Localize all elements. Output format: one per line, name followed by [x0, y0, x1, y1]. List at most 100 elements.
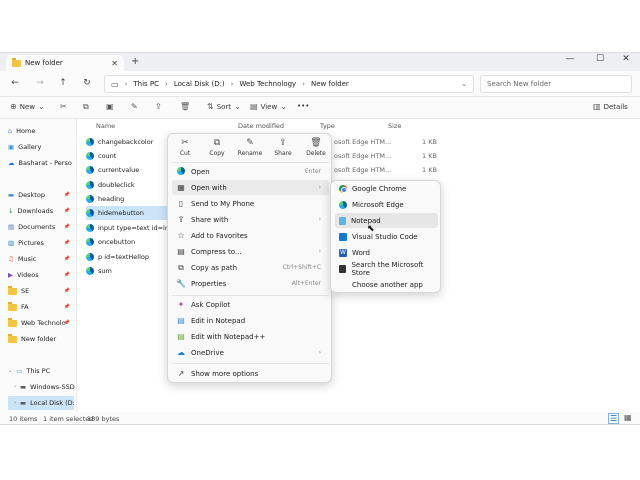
share-action[interactable]: ⇪ Share — [268, 138, 298, 157]
address-bar[interactable]: ▭ › This PC › Local Disk (D:) › Web Tech… — [104, 75, 474, 93]
sidebar-item-desktop[interactable]: ▬ Desktop 📌 — [8, 188, 74, 202]
sidebar-item-windows-ssd[interactable]: › ▬ Windows-SSD — [14, 380, 80, 394]
submenu-item-vscode[interactable]: Visual Studio Code — [335, 229, 438, 244]
bottom-letterbox — [0, 425, 640, 480]
submenu-item-notepad[interactable]: Notepad — [335, 213, 438, 228]
menu-item-edit-notepad[interactable]: ▤ Edit in Notepad — [172, 313, 329, 328]
refresh-icon[interactable]: ↻ — [80, 78, 94, 88]
menu-item-compress[interactable]: ▤ Compress to... › — [172, 244, 329, 259]
column-header-name[interactable]: Name — [96, 122, 115, 130]
breadcrumb-new-folder[interactable]: New folder — [311, 80, 349, 88]
breadcrumb-local-disk[interactable]: Local Disk (D:) — [174, 80, 225, 88]
breadcrumb-this-pc[interactable]: This PC — [133, 80, 159, 88]
menu-item-open-with[interactable]: ▦ Open with › — [172, 180, 329, 195]
sidebar-item-onedrive[interactable]: ☁ Basharat - Perso — [8, 156, 74, 170]
menu-item-open[interactable]: Open Enter — [172, 164, 329, 179]
sidebar-item-videos[interactable]: ▶ Videos 📌 — [8, 268, 74, 282]
minimize-button[interactable]: — — [556, 54, 584, 64]
copy-icon: ⧉ — [83, 102, 89, 111]
forward-arrow-icon[interactable]: → — [33, 78, 47, 88]
navigation-bar: ← → ↑ ↻ ▭ › This PC › Local Disk (D:) › … — [0, 71, 640, 97]
sidebar-item-fa[interactable]: FA 📌 — [8, 300, 74, 314]
menu-item-send-to-phone[interactable]: ▯ Send to My Phone — [172, 196, 329, 211]
view-button[interactable]: ▤ View ⌄ — [250, 102, 287, 111]
breadcrumb-web-technology[interactable]: Web Technology — [239, 80, 296, 88]
up-arrow-icon[interactable]: ↑ — [56, 78, 70, 88]
sidebar-item-web-technology[interactable]: Web Technolo 📌 — [8, 316, 74, 330]
menu-item-add-favorites[interactable]: ☆ Add to Favorites — [172, 228, 329, 243]
menu-item-ask-copilot[interactable]: ✦ Ask Copilot — [172, 297, 329, 312]
add-circle-icon: ⊕ — [10, 102, 17, 111]
zip-icon: ▤ — [177, 247, 185, 256]
column-header-size[interactable]: Size — [388, 122, 401, 130]
more-options-button[interactable]: ••• — [297, 102, 309, 110]
cut-button[interactable]: ✂ — [60, 102, 67, 111]
file-row-selected[interactable]: hidemebutton — [86, 206, 168, 220]
maximize-button[interactable]: ☐ — [586, 54, 614, 64]
navigation-pane: ⌂ Home ▣ Gallery ☁ Basharat - Perso ▬ Deskto… — [0, 119, 77, 412]
folder-icon — [8, 317, 17, 327]
column-header-type[interactable]: Type — [320, 122, 335, 130]
share-button[interactable]: ⇪ — [155, 102, 162, 111]
sidebar-item-label: Desktop — [18, 191, 45, 199]
details-view-icon[interactable]: ☰ — [608, 413, 620, 424]
submenu-item-chrome[interactable]: Google Chrome — [335, 181, 438, 196]
delete-action[interactable]: 🗑 Delete — [301, 138, 331, 157]
menu-item-copy-path[interactable]: ⧉ Copy as path Ctrl+Shift+C — [172, 260, 329, 275]
menu-item-show-more[interactable]: ↗ Show more options — [172, 366, 329, 381]
sidebar-item-local-disk[interactable]: › ▬ Local Disk (D:) — [8, 396, 74, 410]
paste-button[interactable]: ▣ — [106, 102, 114, 111]
submenu-item-store[interactable]: Search the Microsoft Store — [335, 261, 438, 277]
menu-item-onedrive[interactable]: ☁ OneDrive › — [172, 345, 329, 360]
tab-new-folder[interactable]: New folder ✕ — [6, 55, 124, 71]
top-letterbox — [0, 0, 640, 52]
chevron-down-icon: ⌄ — [37, 102, 45, 111]
menu-item-label: Copy as path — [191, 263, 238, 272]
sidebar-item-gallery[interactable]: ▣ Gallery — [8, 140, 74, 154]
close-button[interactable]: ✕ — [612, 54, 640, 64]
column-header-date[interactable]: Date modified — [238, 122, 284, 130]
rename-action[interactable]: ✎ Rename — [235, 138, 265, 157]
details-button[interactable]: ▥ Details — [593, 102, 628, 111]
menu-item-properties[interactable]: 🔧 Properties Alt+Enter — [172, 276, 329, 291]
submenu-item-choose-app[interactable]: Choose another app — [335, 277, 438, 292]
sidebar-item-label: Windows-SSD — [30, 383, 75, 391]
file-name: oncebutton — [98, 238, 136, 246]
copy-action[interactable]: ⧉ Copy — [202, 138, 232, 157]
submenu-item-word[interactable]: W Word — [335, 245, 438, 260]
sidebar-item-documents[interactable]: ▤ Documents 📌 — [8, 220, 74, 234]
menu-item-label: Open with — [191, 183, 227, 192]
search-input[interactable]: Search New folder — [480, 75, 632, 93]
delete-button[interactable]: 🗑 — [180, 102, 190, 111]
menu-item-share-with[interactable]: ⇪ Share with › — [172, 212, 329, 227]
sidebar-item-home[interactable]: ⌂ Home — [8, 124, 74, 138]
submenu-item-edge[interactable]: Microsoft Edge — [335, 197, 438, 212]
back-arrow-icon[interactable]: ← — [8, 78, 22, 88]
menu-item-edit-notepadpp[interactable]: ▤ Edit with Notepad++ — [172, 329, 329, 344]
home-icon: ⌂ — [8, 127, 13, 135]
scissors-icon: ✂ — [181, 138, 189, 148]
new-button[interactable]: ⊕ New ⌄ — [10, 102, 45, 111]
pin-icon: 📌 — [63, 320, 70, 326]
cut-action[interactable]: ✂ Cut — [170, 138, 200, 157]
delete-label: Delete — [306, 150, 326, 157]
sidebar-item-new-folder[interactable]: New folder — [8, 332, 74, 346]
sidebar-item-pictures[interactable]: ▨ Pictures 📌 — [8, 236, 74, 250]
chevron-down-icon: ⌄ — [280, 102, 287, 111]
tab-close-icon[interactable]: ✕ — [111, 59, 118, 68]
sidebar-item-se[interactable]: SE 📌 — [8, 284, 74, 298]
rename-button[interactable]: ✎ — [131, 102, 138, 111]
pin-icon: 📌 — [63, 240, 70, 246]
sidebar-item-label: Music — [17, 255, 37, 263]
new-tab-button[interactable]: + — [131, 56, 139, 67]
tiles-view-icon[interactable]: ▦ — [624, 413, 632, 422]
monitor-icon: ▭ — [111, 79, 119, 89]
sidebar-item-this-pc[interactable]: ⌄ ▭ This PC — [8, 364, 74, 378]
copy-button[interactable]: ⧉ — [83, 102, 89, 112]
sidebar-item-downloads[interactable]: ↓ Downloads 📌 — [8, 204, 74, 218]
sort-button[interactable]: ⇅ Sort ⌄ — [207, 102, 241, 111]
pin-icon: 📌 — [63, 272, 70, 278]
vscode-icon — [339, 232, 347, 241]
sidebar-item-music[interactable]: ♫ Music 📌 — [8, 252, 74, 266]
address-dropdown-icon[interactable]: ⌄ — [461, 80, 467, 88]
